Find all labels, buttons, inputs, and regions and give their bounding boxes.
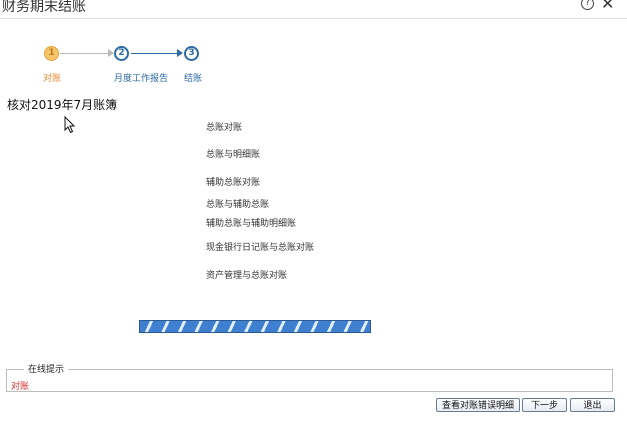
exit-button[interactable]: 退出 [570, 398, 615, 412]
step-connector-2 [131, 53, 179, 54]
check-item: 资产管理与总账对账 [206, 271, 288, 281]
online-tip-box [6, 369, 613, 392]
online-tip-legend: 在线提示 [24, 362, 69, 375]
step-3-label: 结账 [184, 74, 203, 84]
online-tip-message: 对账 [11, 382, 30, 392]
mouse-cursor-icon [64, 116, 76, 134]
step-1-label: 对账 [43, 74, 62, 84]
title-bar: 财务期末结账 ? ✕ [0, 0, 627, 19]
step-2-label: 月度工作报告 [114, 74, 169, 84]
view-error-details-button[interactable]: 查看对账错误明细 [436, 398, 520, 412]
step-3-circle: 3 [184, 46, 199, 61]
step-connector-1 [60, 53, 110, 54]
close-icon[interactable]: ✕ [601, 0, 614, 13]
next-step-button[interactable]: 下一步 [522, 398, 567, 412]
step-1-circle: 1 [44, 46, 59, 61]
page-heading: 核对2019年7月账簿 [7, 98, 118, 112]
check-item: 现金银行日记账与总账对账 [206, 243, 315, 253]
check-item: 辅助总账对账 [206, 178, 261, 188]
check-item: 总账与辅助总账 [206, 200, 270, 210]
step-2-circle: 2 [114, 46, 129, 61]
arrow-right-icon [177, 49, 183, 57]
progress-bar [139, 320, 371, 333]
check-item: 辅助总账与辅助明细账 [206, 219, 297, 229]
window-title: 财务期末结账 [2, 0, 86, 15]
check-item: 总账与明细账 [206, 150, 261, 160]
help-icon[interactable]: ? [581, 0, 594, 10]
check-item: 总账对账 [206, 123, 243, 133]
